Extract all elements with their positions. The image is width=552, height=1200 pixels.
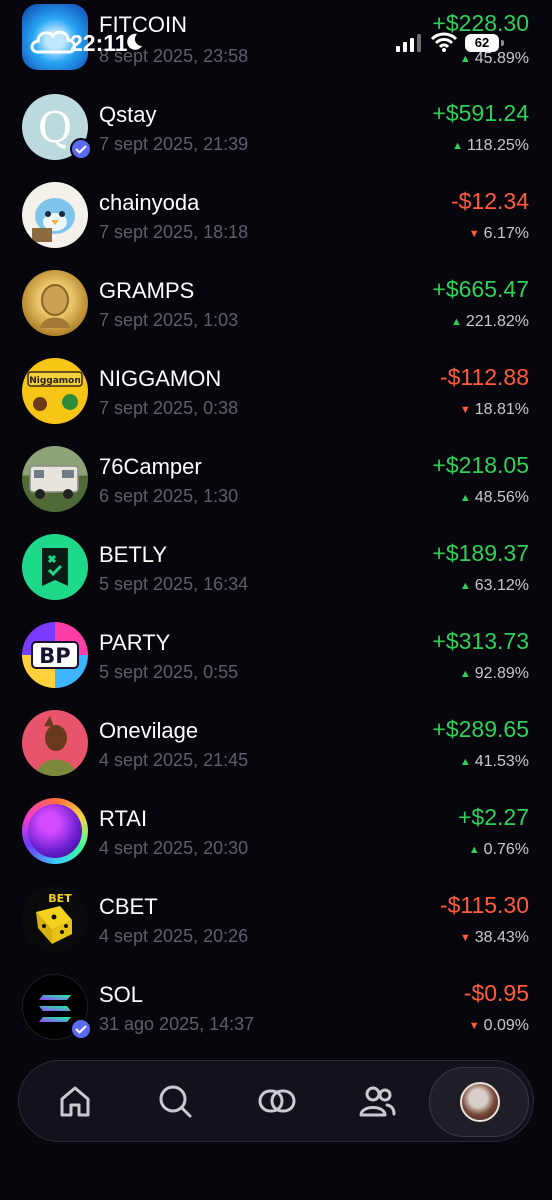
cbet-logo-text: BET: [48, 892, 72, 905]
76camper-avatar: [22, 446, 88, 512]
list-item[interactable]: GRAMPS 7 sept 2025, 1:03 +$665.47 ▲ 221.8…: [0, 270, 552, 358]
token-amount: -$112.88: [439, 364, 529, 390]
token-date: 4 sept 2025, 20:26: [99, 926, 249, 946]
token-date: 7 sept 2025, 1:03: [99, 310, 239, 330]
token-date: 7 sept 2025, 0:38: [99, 398, 239, 418]
battery-icon: 62: [465, 34, 504, 52]
token-percent: ▲ 0.76%: [468, 841, 529, 858]
party-logo-text: BP: [39, 644, 70, 668]
token-name: NIGGAMON: [99, 366, 222, 391]
niggamon-avatar: Niggamon: [22, 358, 88, 424]
home-icon[interactable]: [55, 1081, 95, 1121]
token-percent: ▲ 48.56%: [459, 489, 529, 506]
token-amount: -$12.34: [450, 188, 529, 214]
token-name: PARTY: [99, 630, 171, 655]
down-arrow-icon: ▼: [459, 932, 471, 944]
status-time: 22:11: [70, 30, 128, 56]
token-amount: -$0.95: [463, 980, 529, 1006]
profile-avatar[interactable]: [460, 1082, 500, 1122]
svg-text:Q: Q: [38, 103, 72, 152]
betly-avatar: [22, 534, 88, 600]
down-arrow-icon: ▼: [459, 404, 471, 416]
token-amount: +$289.65: [432, 716, 529, 742]
token-name: SOL: [99, 982, 144, 1007]
token-date: 6 sept 2025, 1:30: [99, 486, 239, 506]
party-avatar: BP: [22, 622, 88, 688]
token-name: GRAMPS: [99, 278, 195, 303]
list-item[interactable]: BP PARTY 5 sept 2025, 0:55 +$313.73 ▲ 92.…: [0, 622, 552, 710]
token-date: 7 sept 2025, 18:18: [99, 222, 249, 242]
moon-icon: [127, 33, 142, 50]
token-date: 5 sept 2025, 16:34: [99, 574, 249, 594]
token-name: Onevilage: [99, 718, 199, 743]
token-date: 7 sept 2025, 21:39: [99, 134, 249, 154]
list-item[interactable]: SOL 31 ago 2025, 14:37 -$0.95 ▼ 0.09%: [0, 974, 552, 1062]
verified-badge-icon: [70, 138, 92, 160]
nav-item-profile[interactable]: [429, 1067, 529, 1137]
up-arrow-icon: ▲: [468, 844, 480, 856]
up-arrow-icon: ▲: [450, 316, 462, 328]
token-percent: ▲ 63.12%: [459, 577, 529, 594]
search-icon[interactable]: [155, 1081, 195, 1121]
onevilage-avatar: [22, 710, 88, 776]
list-item[interactable]: Niggamon NIGGAMON 7 sept 2025, 0:38 -$11…: [0, 358, 552, 446]
community-icon[interactable]: [357, 1081, 397, 1121]
up-arrow-icon: ▲: [452, 140, 464, 152]
swap-icon[interactable]: [257, 1081, 297, 1121]
token-name: RTAI: [99, 806, 148, 831]
wifi-icon: [431, 32, 457, 52]
chainyoda-avatar: [22, 182, 88, 248]
token-percent: ▼ 0.09%: [468, 1017, 529, 1034]
cbet-avatar: BET: [22, 886, 88, 952]
token-percent: ▲ 118.25%: [452, 137, 529, 154]
list-item[interactable]: RTAI 4 sept 2025, 20:30 +$2.27 ▲ 0.76%: [0, 798, 552, 886]
down-arrow-icon: ▼: [468, 1020, 480, 1032]
up-arrow-icon: ▲: [459, 580, 471, 592]
gramps-avatar: [22, 270, 88, 336]
token-name: CBET: [99, 894, 158, 919]
token-date: 4 sept 2025, 21:45: [99, 750, 249, 770]
token-amount: +$189.37: [432, 540, 529, 566]
signal-icon: [396, 34, 421, 52]
token-date: 4 sept 2025, 20:30: [99, 838, 249, 858]
token-name: 76Camper: [99, 454, 202, 479]
up-arrow-icon: ▲: [459, 668, 471, 680]
token-percent: ▲ 92.89%: [459, 665, 529, 682]
token-percent: ▲ 41.53%: [459, 753, 529, 770]
token-amount: -$115.30: [439, 892, 529, 918]
bottom-nav: [18, 1060, 534, 1142]
list-item[interactable]: BETLY 5 sept 2025, 16:34 +$189.37 ▲ 63.12…: [0, 534, 552, 622]
up-arrow-icon: ▲: [459, 756, 471, 768]
token-amount: +$313.73: [432, 628, 529, 654]
token-date: 31 ago 2025, 14:37: [99, 1014, 255, 1034]
niggamon-logo-text: Niggamon: [29, 376, 81, 386]
token-percent: ▼ 18.81%: [459, 401, 529, 418]
token-name: Qstay: [99, 102, 157, 127]
list-item[interactable]: Q Qstay 7 sept 2025, 21:39 +$591.24 ▲ 118…: [0, 94, 552, 182]
list-item[interactable]: 76Camper 6 sept 2025, 1:30 +$218.05 ▲ 48.…: [0, 446, 552, 534]
rtai-avatar: [22, 798, 88, 864]
token-percent: ▲ 221.82%: [450, 313, 529, 330]
down-arrow-icon: ▼: [468, 228, 480, 240]
token-amount: +$665.47: [432, 276, 529, 302]
status-bar: 22:11 62: [0, 0, 552, 70]
token-amount: +$218.05: [432, 452, 529, 478]
token-percent: ▼ 38.43%: [459, 929, 529, 946]
token-percent: ▼ 6.17%: [468, 225, 529, 242]
list-item[interactable]: chainyoda 7 sept 2025, 18:18 -$12.34 ▼ 6.…: [0, 182, 552, 270]
up-arrow-icon: ▲: [459, 492, 471, 504]
token-name: chainyoda: [99, 190, 200, 215]
token-amount: +$591.24: [432, 100, 529, 126]
list-item[interactable]: BET CBET 4 sept 2025, 20:26 -$115.30 ▼ 38…: [0, 886, 552, 974]
verified-badge-icon: [70, 1018, 92, 1040]
token-date: 5 sept 2025, 0:55: [99, 662, 239, 682]
token-amount: +$2.27: [458, 804, 529, 830]
list-item[interactable]: Onevilage 4 sept 2025, 21:45 +$289.65 ▲ 4…: [0, 710, 552, 798]
token-name: BETLY: [99, 542, 168, 567]
